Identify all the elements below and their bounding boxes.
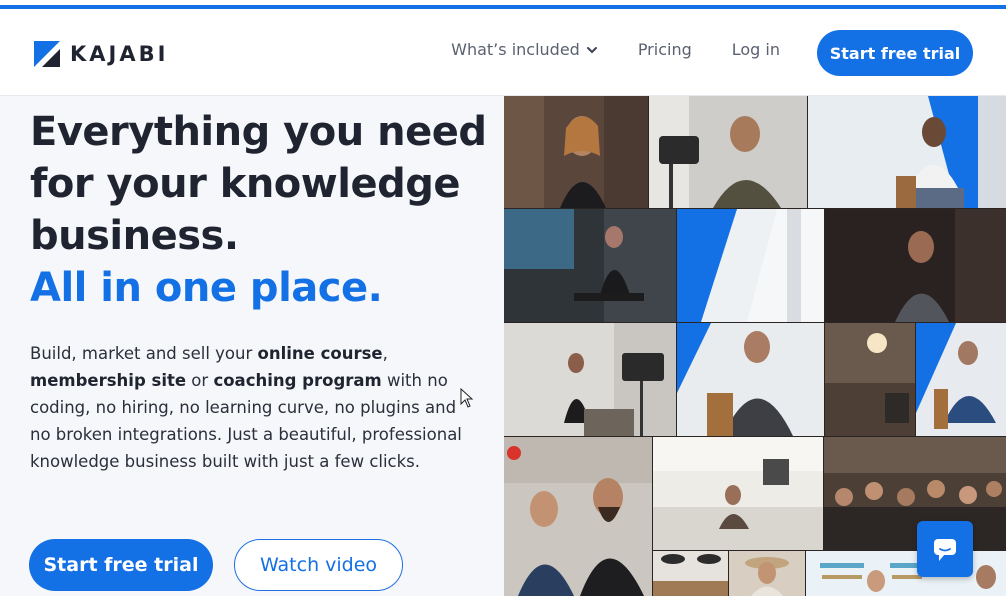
woman-on-set-with-camera-photo bbox=[504, 323, 676, 436]
desc-text-1: Build, market and sell your bbox=[30, 344, 258, 363]
headline-line-3: business. bbox=[30, 213, 239, 259]
desc-bold-coaching-program: coaching program bbox=[213, 371, 382, 390]
man-interview-photo bbox=[677, 323, 824, 436]
man-speaking-on-chair-photo bbox=[808, 96, 1006, 208]
watch-video-button[interactable]: Watch video bbox=[234, 539, 403, 591]
mouse-pointer-icon bbox=[460, 388, 474, 408]
woman-fitness-photo bbox=[504, 209, 676, 322]
nav-pricing[interactable]: Pricing bbox=[638, 40, 692, 59]
nav-whats-included[interactable]: What’s included bbox=[451, 40, 598, 59]
nav-whats-included-label: What’s included bbox=[451, 40, 580, 59]
kajabi-logo[interactable]: KAJABI bbox=[34, 41, 168, 67]
nav-links: What’s included Pricing Log in bbox=[451, 40, 780, 59]
kajabi-logo-icon bbox=[34, 41, 60, 67]
couple-smiling-photo bbox=[504, 437, 652, 596]
top-navigation: KAJABI What’s included Pricing Log in St… bbox=[0, 9, 1006, 96]
room-with-chandelier-photo bbox=[825, 323, 915, 436]
kitchen-scene-photo bbox=[653, 437, 823, 550]
blue-stripe-wall-photo bbox=[677, 209, 824, 322]
kitchen-lights-photo bbox=[653, 551, 728, 596]
woman-smiling-photo bbox=[504, 96, 648, 208]
man-seated-with-camera-photo bbox=[649, 96, 807, 208]
nav-start-free-trial-button[interactable]: Start free trial bbox=[817, 30, 973, 76]
hero-description: Build, market and sell your online cours… bbox=[30, 340, 470, 475]
audience-event-photo bbox=[824, 437, 1006, 550]
nav-login[interactable]: Log in bbox=[732, 40, 780, 59]
headline-line-1: Everything you need bbox=[30, 109, 487, 155]
chat-widget-button[interactable] bbox=[917, 521, 973, 577]
man-blue-shirt-photo bbox=[916, 323, 1006, 436]
hero-start-free-trial-button[interactable]: Start free trial bbox=[29, 539, 213, 591]
headline-line-2: for your knowledge bbox=[30, 161, 460, 207]
hero-headline: Everything you need for your knowledge b… bbox=[30, 106, 500, 314]
desc-text-3: or bbox=[186, 371, 214, 390]
headline-accent: All in one place. bbox=[30, 265, 383, 311]
restore-banner-photo bbox=[806, 551, 1006, 596]
desc-text-2: , bbox=[382, 344, 388, 363]
chat-bubble-icon bbox=[934, 539, 956, 561]
woman-hat-photo bbox=[729, 551, 805, 596]
desc-bold-membership-site: membership site bbox=[30, 371, 187, 390]
hero-text-panel: Everything you need for your knowledge b… bbox=[0, 96, 504, 596]
desc-bold-online-course: online course bbox=[257, 344, 383, 363]
brand-name: KAJABI bbox=[70, 42, 169, 66]
man-thinking-photo bbox=[825, 209, 1006, 322]
chevron-down-icon bbox=[586, 46, 597, 53]
top-accent-bar bbox=[0, 0, 1006, 9]
